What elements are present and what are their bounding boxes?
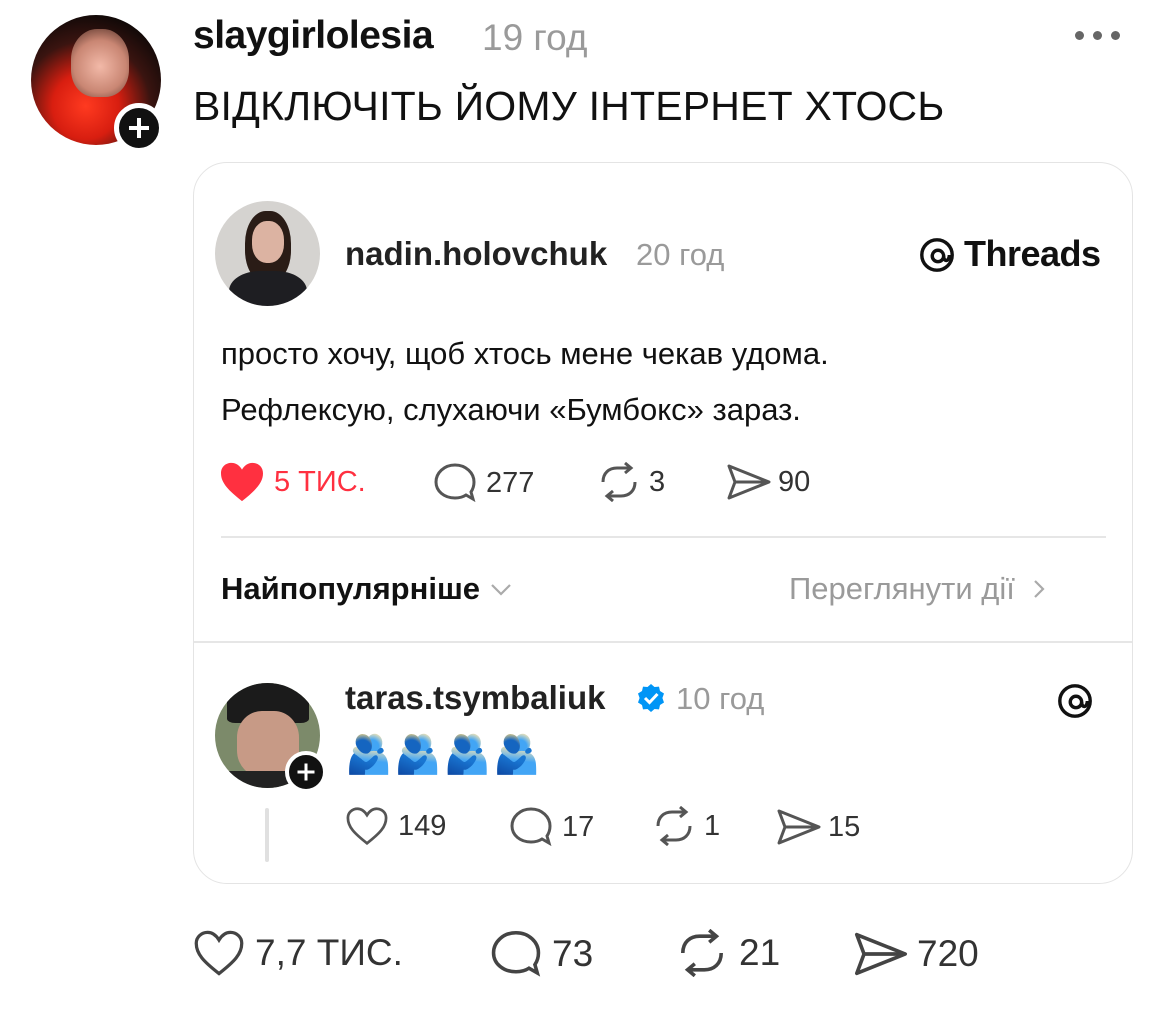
post-repost-button[interactable]: 21 xyxy=(673,929,780,977)
view-activity-link[interactable]: Переглянути дії xyxy=(789,571,1049,607)
divider-top xyxy=(221,536,1106,538)
quoted-author-username[interactable]: nadin.holovchuk xyxy=(345,235,607,273)
quoted-author-avatar[interactable] xyxy=(215,201,320,306)
repost-icon xyxy=(656,806,692,846)
reply-author-username[interactable]: taras.tsymbaliuk xyxy=(345,679,605,717)
chevron-down-icon xyxy=(491,584,511,596)
quoted-repost-count: 3 xyxy=(649,465,666,498)
more-options-icon[interactable] xyxy=(1075,31,1121,41)
post-text: ВІДКЛЮЧІТЬ ЙОМУ ІНТЕРНЕТ ХТОСЬ xyxy=(193,83,945,129)
reply-emoji-text: 🫂🫂🫂🫂 xyxy=(345,734,543,776)
post-repost-count: 21 xyxy=(739,932,781,973)
threads-logo-icon xyxy=(918,236,956,274)
reply-share-count: 15 xyxy=(828,810,861,843)
reply-comment-button[interactable]: 17 xyxy=(509,806,594,848)
post-comment-count: 73 xyxy=(552,933,594,974)
verified-badge-icon xyxy=(636,683,666,713)
send-icon xyxy=(727,464,771,500)
reply-threads-icon[interactable] xyxy=(1056,682,1094,720)
reply-time: 10 год xyxy=(676,681,765,716)
post-like-count: 7,7 ТИС. xyxy=(255,932,403,973)
view-activity-label: Переглянути дії xyxy=(789,571,1015,606)
reply-follow-plus-button[interactable] xyxy=(285,751,327,793)
quoted-share-count: 90 xyxy=(778,465,811,498)
comment-icon xyxy=(491,930,541,977)
post-like-button[interactable]: 7,7 ТИС. xyxy=(193,929,403,977)
heart-filled-icon xyxy=(221,462,263,502)
comment-icon xyxy=(510,807,552,847)
author-username[interactable]: slaygirlolesia xyxy=(193,14,434,58)
quoted-comment-count: 277 xyxy=(486,466,535,499)
post-share-count: 720 xyxy=(917,933,979,974)
divider-bottom xyxy=(194,641,1132,643)
quoted-text-line-2: Рефлексую, слухаючи «Бумбокс» зараз. xyxy=(221,392,801,427)
reply-like-button[interactable]: 149 xyxy=(345,806,446,846)
reply-like-count: 149 xyxy=(398,809,447,842)
comment-icon xyxy=(434,463,476,503)
reply-share-button[interactable]: 15 xyxy=(776,808,860,846)
threads-brand-label: Threads xyxy=(964,233,1101,274)
quoted-share-button[interactable]: 90 xyxy=(726,463,810,501)
reply-repost-count: 1 xyxy=(704,809,721,842)
follow-plus-button[interactable] xyxy=(114,103,164,153)
send-icon xyxy=(777,809,821,845)
quoted-like-count: 5 ТИС. xyxy=(274,465,366,498)
post-comment-button[interactable]: 73 xyxy=(490,929,593,979)
post-share-button[interactable]: 720 xyxy=(853,931,979,977)
chevron-right-icon xyxy=(1034,580,1045,598)
send-icon xyxy=(854,932,908,976)
quoted-repost-button[interactable]: 3 xyxy=(595,462,665,502)
quoted-text-line-1: просто хочу, щоб хтось мене чекав удома. xyxy=(221,336,829,371)
post-time: 19 год xyxy=(482,17,588,58)
reply-repost-button[interactable]: 1 xyxy=(650,806,720,846)
sort-dropdown[interactable]: Найпопулярніше xyxy=(221,571,514,607)
repost-icon xyxy=(601,462,637,502)
reply-comment-count: 17 xyxy=(562,810,595,843)
repost-icon xyxy=(681,929,723,977)
reply-thread-line xyxy=(265,808,269,862)
quoted-comment-button[interactable]: 277 xyxy=(433,462,534,504)
quoted-like-button[interactable]: 5 ТИС. xyxy=(219,461,366,503)
heart-outline-icon xyxy=(194,930,244,976)
sort-label: Найпопулярніше xyxy=(221,571,481,606)
quoted-post-time: 20 год xyxy=(636,237,725,272)
heart-outline-icon xyxy=(346,807,388,846)
